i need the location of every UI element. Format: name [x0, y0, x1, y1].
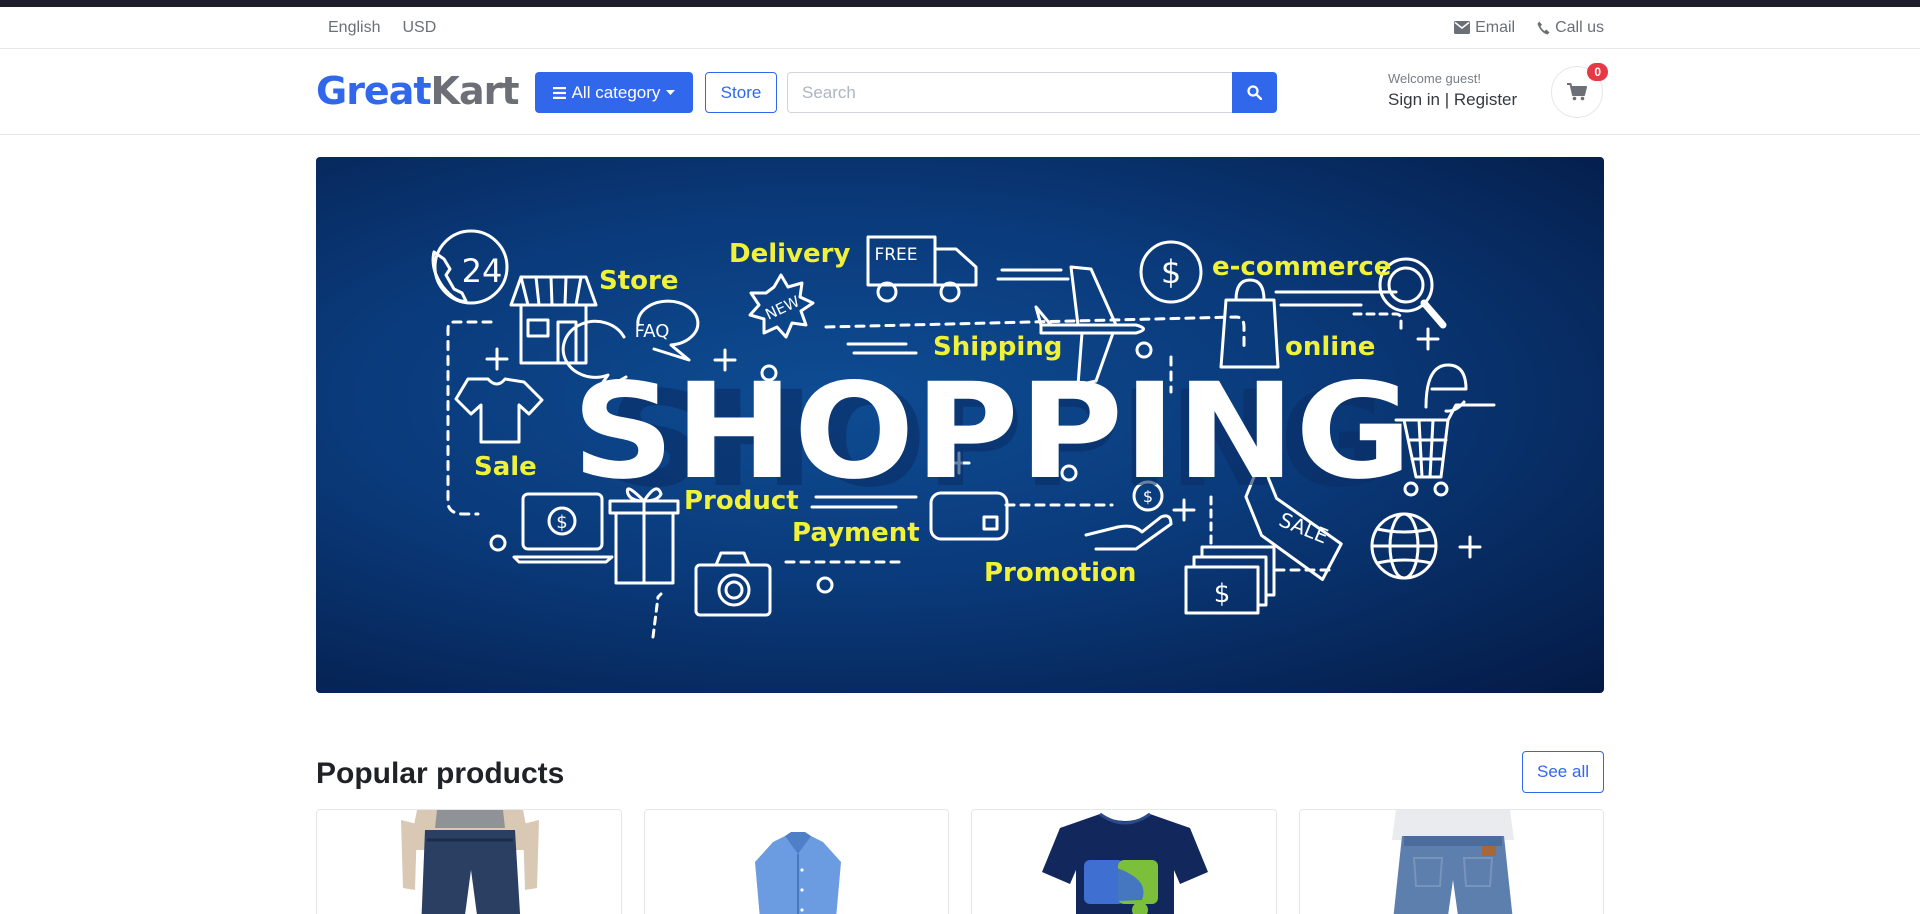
cart-count-badge: 0 [1587, 63, 1608, 81]
caret-down-icon [666, 89, 676, 95]
call-link[interactable]: Call us [1537, 19, 1604, 37]
banner-dollar-coin: $ [1161, 253, 1181, 291]
welcome-text: Welcome guest! [1388, 71, 1481, 86]
search-icon [1247, 85, 1262, 100]
banner-faq-label: FAQ [635, 321, 670, 342]
product-image-jeans-back [1391, 810, 1514, 914]
search-form [787, 72, 1277, 113]
account-widget: Welcome guest! Sign in | Register [1388, 71, 1517, 110]
menu-icon [552, 86, 566, 99]
all-category-label: All category [571, 82, 661, 102]
see-all-button[interactable]: See all [1522, 751, 1604, 793]
banner-dollar-laptop: $ [556, 512, 567, 533]
popular-products-header: Popular products See all [316, 751, 1604, 795]
language-selector[interactable]: English [328, 19, 380, 37]
main-header: GreatKart All category Store Welcome gue… [0, 49, 1920, 135]
top-accent-strip [0, 0, 1920, 7]
banner-free-label: FREE [874, 245, 917, 265]
banner-word-sale: Sale [474, 452, 537, 482]
register-link[interactable]: Register [1454, 90, 1517, 109]
product-image-tshirt [1042, 812, 1208, 914]
sign-in-link[interactable]: Sign in [1388, 90, 1440, 109]
product-grid [316, 809, 1604, 914]
topbar: English USD Email Call us [0, 7, 1920, 49]
phone-icon [1537, 21, 1550, 34]
shopping-illustration: Store Delivery e-commerce Shipping onlin… [431, 229, 1496, 639]
search-button[interactable] [1232, 72, 1277, 113]
logo-part-kart: Kart [430, 69, 520, 113]
search-input[interactable] [787, 72, 1232, 113]
banner-dollar-money: $ [1214, 579, 1231, 609]
email-label: Email [1475, 18, 1516, 36]
email-link[interactable]: Email [1454, 19, 1515, 37]
section-title: Popular products [316, 757, 565, 790]
hero-banner[interactable]: Store Delivery e-commerce Shipping onlin… [316, 157, 1604, 693]
product-image-jeans [401, 810, 539, 914]
banner-word-delivery: Delivery [729, 239, 850, 269]
link-separator: | [1444, 90, 1450, 109]
product-card[interactable] [643, 809, 949, 914]
product-card[interactable] [971, 809, 1277, 914]
product-image-shirt [754, 832, 841, 914]
banner-word-payment: Payment [792, 518, 920, 548]
envelope-icon [1454, 21, 1471, 34]
banner-new-label: NEW [763, 292, 803, 323]
banner-word-store: Store [599, 266, 678, 296]
product-card[interactable] [316, 809, 622, 914]
currency-selector[interactable]: USD [402, 19, 436, 37]
store-button[interactable]: Store [705, 72, 777, 113]
cart-button[interactable]: 0 [1551, 63, 1608, 118]
banner-24-label: 24 [462, 252, 503, 290]
shopping-cart-icon [1567, 83, 1587, 101]
banner-headline: SHOPPING [572, 355, 1412, 509]
product-card[interactable] [1298, 809, 1604, 914]
logo-part-great: Great [316, 69, 432, 113]
call-label: Call us [1555, 18, 1604, 36]
brand-logo[interactable]: GreatKart [316, 69, 520, 113]
all-category-button[interactable]: All category [535, 72, 693, 113]
banner-word-ecommerce: e-commerce [1212, 252, 1391, 282]
banner-word-promotion: Promotion [984, 558, 1136, 588]
